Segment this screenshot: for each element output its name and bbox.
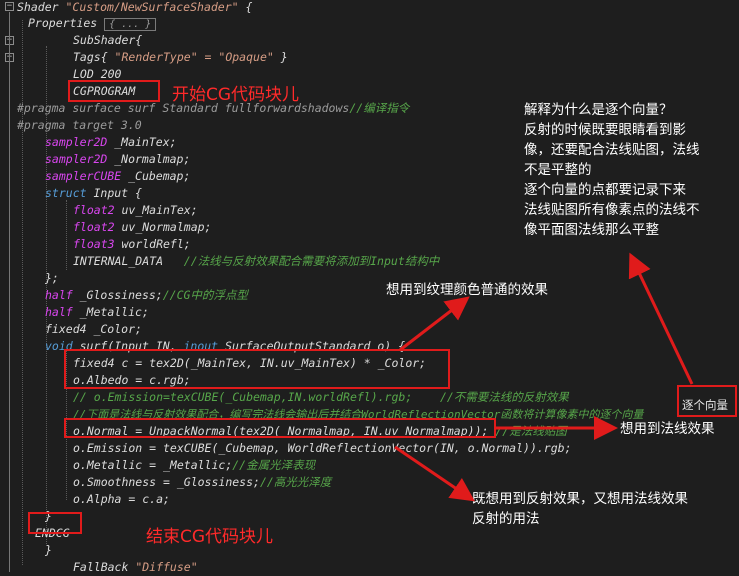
arrow-to-texture-note	[399, 296, 470, 352]
annotation-arrows	[394, 252, 694, 502]
arrow-to-reflect-note	[394, 445, 475, 502]
arrow-to-explain-note	[628, 252, 694, 385]
